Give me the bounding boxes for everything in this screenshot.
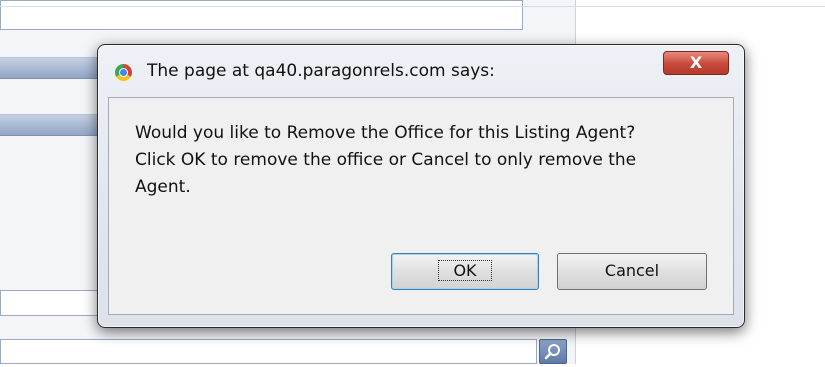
ok-button-label: OK xyxy=(438,260,492,281)
dialog-title: The page at qa40.paragonrels.com says: xyxy=(147,61,495,81)
message-line: Agent. xyxy=(135,177,191,197)
ok-button[interactable]: OK xyxy=(391,253,539,290)
background-field-top[interactable] xyxy=(0,0,523,30)
dialog-content: Would you like to Remove the Office for … xyxy=(108,97,734,315)
alert-dialog: The page at qa40.paragonrels.com says: X… xyxy=(97,44,745,328)
background-line xyxy=(0,6,825,7)
background-field-middle[interactable] xyxy=(0,290,110,316)
background-header-bar-2 xyxy=(0,114,110,136)
magnifier-icon xyxy=(544,344,560,360)
dialog-titlebar[interactable]: The page at qa40.paragonrels.com says: X xyxy=(98,45,744,101)
cancel-button[interactable]: Cancel xyxy=(557,253,707,290)
search-button[interactable] xyxy=(539,339,567,364)
message-line: Would you like to Remove the Office for … xyxy=(135,123,636,143)
background-search-field[interactable] xyxy=(0,339,537,364)
chrome-icon xyxy=(115,64,132,81)
dialog-message: Would you like to Remove the Office for … xyxy=(135,120,725,201)
message-line: Click OK to remove the office or Cancel … xyxy=(135,150,637,170)
background-header-bar-1 xyxy=(0,57,110,79)
close-button[interactable]: X xyxy=(663,51,729,75)
